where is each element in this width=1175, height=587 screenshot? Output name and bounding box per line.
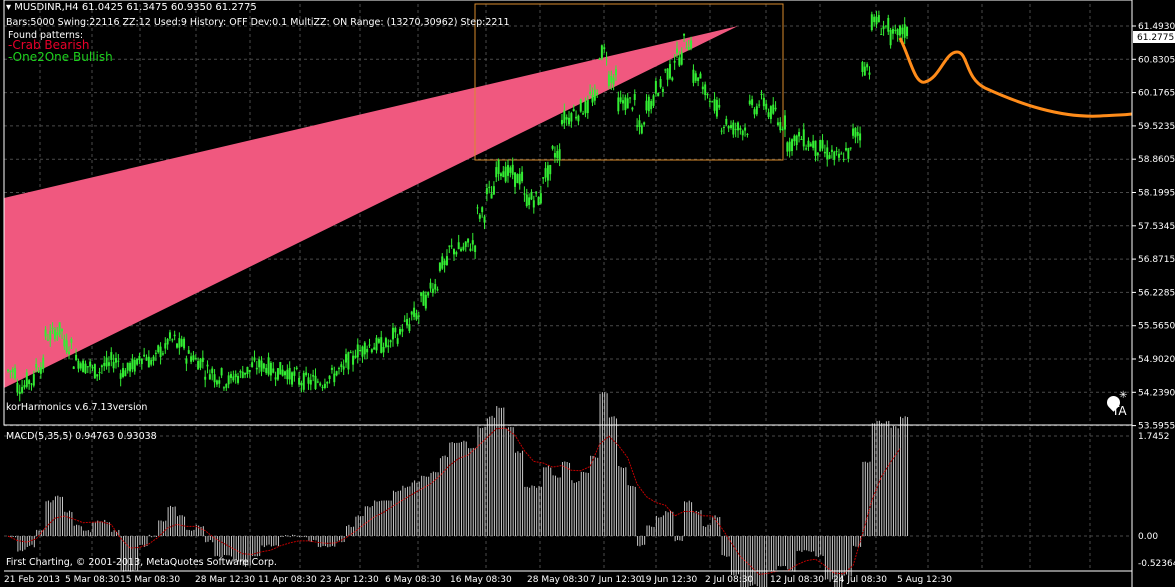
price-tick-label: 53.5955	[1138, 422, 1175, 432]
copyright-label: First Charting, © 2001-2013, MetaQuotes …	[6, 557, 277, 568]
price-tick-label: 54.2390	[1138, 388, 1175, 398]
price-tick-label: 56.2285	[1138, 288, 1175, 298]
price-tick-label: 56.8715	[1138, 255, 1175, 265]
time-tick-label: 28 Mar 12:30	[195, 575, 255, 585]
time-tick-label: 7 Jun 12:30	[590, 575, 642, 585]
price-tick-label: 60.8305	[1138, 55, 1175, 65]
time-tick-label: 2 Jul 08:30	[705, 575, 754, 585]
macd-tick-label: 0.00	[1138, 532, 1158, 542]
time-tick-label: 16 May 08:30	[450, 575, 512, 585]
symbol-header: MUSDINR,H4 61.0425 61.3475 60.9350 61.27…	[14, 2, 257, 13]
macd-tick-label: -0.52364	[1138, 559, 1175, 569]
price-tick-label: 58.1995	[1138, 189, 1175, 199]
chart-canvas[interactable]: 61.4930 60.8305 60.1765 59.5235 58.8605 58.19…	[0, 0, 1175, 587]
time-tick-label: 28 May 08:30	[527, 575, 589, 585]
time-tick-label: 15 Mar 08:30	[120, 575, 180, 585]
price-tick-label: 61.4930	[1138, 22, 1175, 32]
price-tick-label: 57.5345	[1138, 222, 1175, 232]
pattern-one2one-bullish[interactable]: -One2One Bullish	[8, 50, 113, 64]
time-tick-label: 5 Aug 12:30	[897, 575, 952, 585]
indicator-info: Bars:5000 Swing:22116 ZZ:12 Used:9 Histo…	[6, 17, 510, 28]
time-tick-label: 24 Jul 08:30	[833, 575, 887, 585]
current-price-tag: 61.2775	[1137, 33, 1174, 43]
time-tick-label: 6 May 08:30	[385, 575, 441, 585]
projection-curve	[898, 37, 1133, 118]
price-tick-label: 54.9020	[1138, 355, 1175, 365]
time-tick-label: 21 Feb 2013	[4, 575, 60, 585]
time-tick-label: 19 Jun 12:30	[640, 575, 697, 585]
time-tick-label: 5 Mar 08:30	[65, 575, 120, 585]
price-tick-label: 60.1765	[1138, 89, 1175, 99]
time-tick-label: 11 Apr 08:30	[258, 575, 317, 585]
time-tick-label: 12 Jul 08:30	[770, 575, 824, 585]
macd-tick-label: 1.7452	[1138, 432, 1170, 442]
chart-title: ▾ MUSDINR,H4 61.0425 61.3475 60.9350 61.…	[6, 2, 257, 13]
price-tick-label: 55.5650	[1138, 322, 1175, 332]
price-tick-label: 58.8605	[1138, 155, 1175, 165]
spark-icon: ✳	[1119, 390, 1128, 401]
ta-indicator-icon[interactable]: ✳ TA	[1104, 390, 1129, 418]
price-tick-label: 59.5235	[1138, 122, 1175, 132]
ta-label: TA	[1112, 404, 1127, 418]
version-label: korHarmonics v.6.7.13version	[6, 402, 148, 413]
crab-bearish-pattern-triangle[interactable]	[4, 26, 738, 388]
macd-grid	[4, 427, 1132, 570]
time-tick-label: 23 Apr 12:30	[320, 575, 379, 585]
macd-label: MACD(5,35,5) 0.94763 0.93038	[6, 431, 157, 442]
